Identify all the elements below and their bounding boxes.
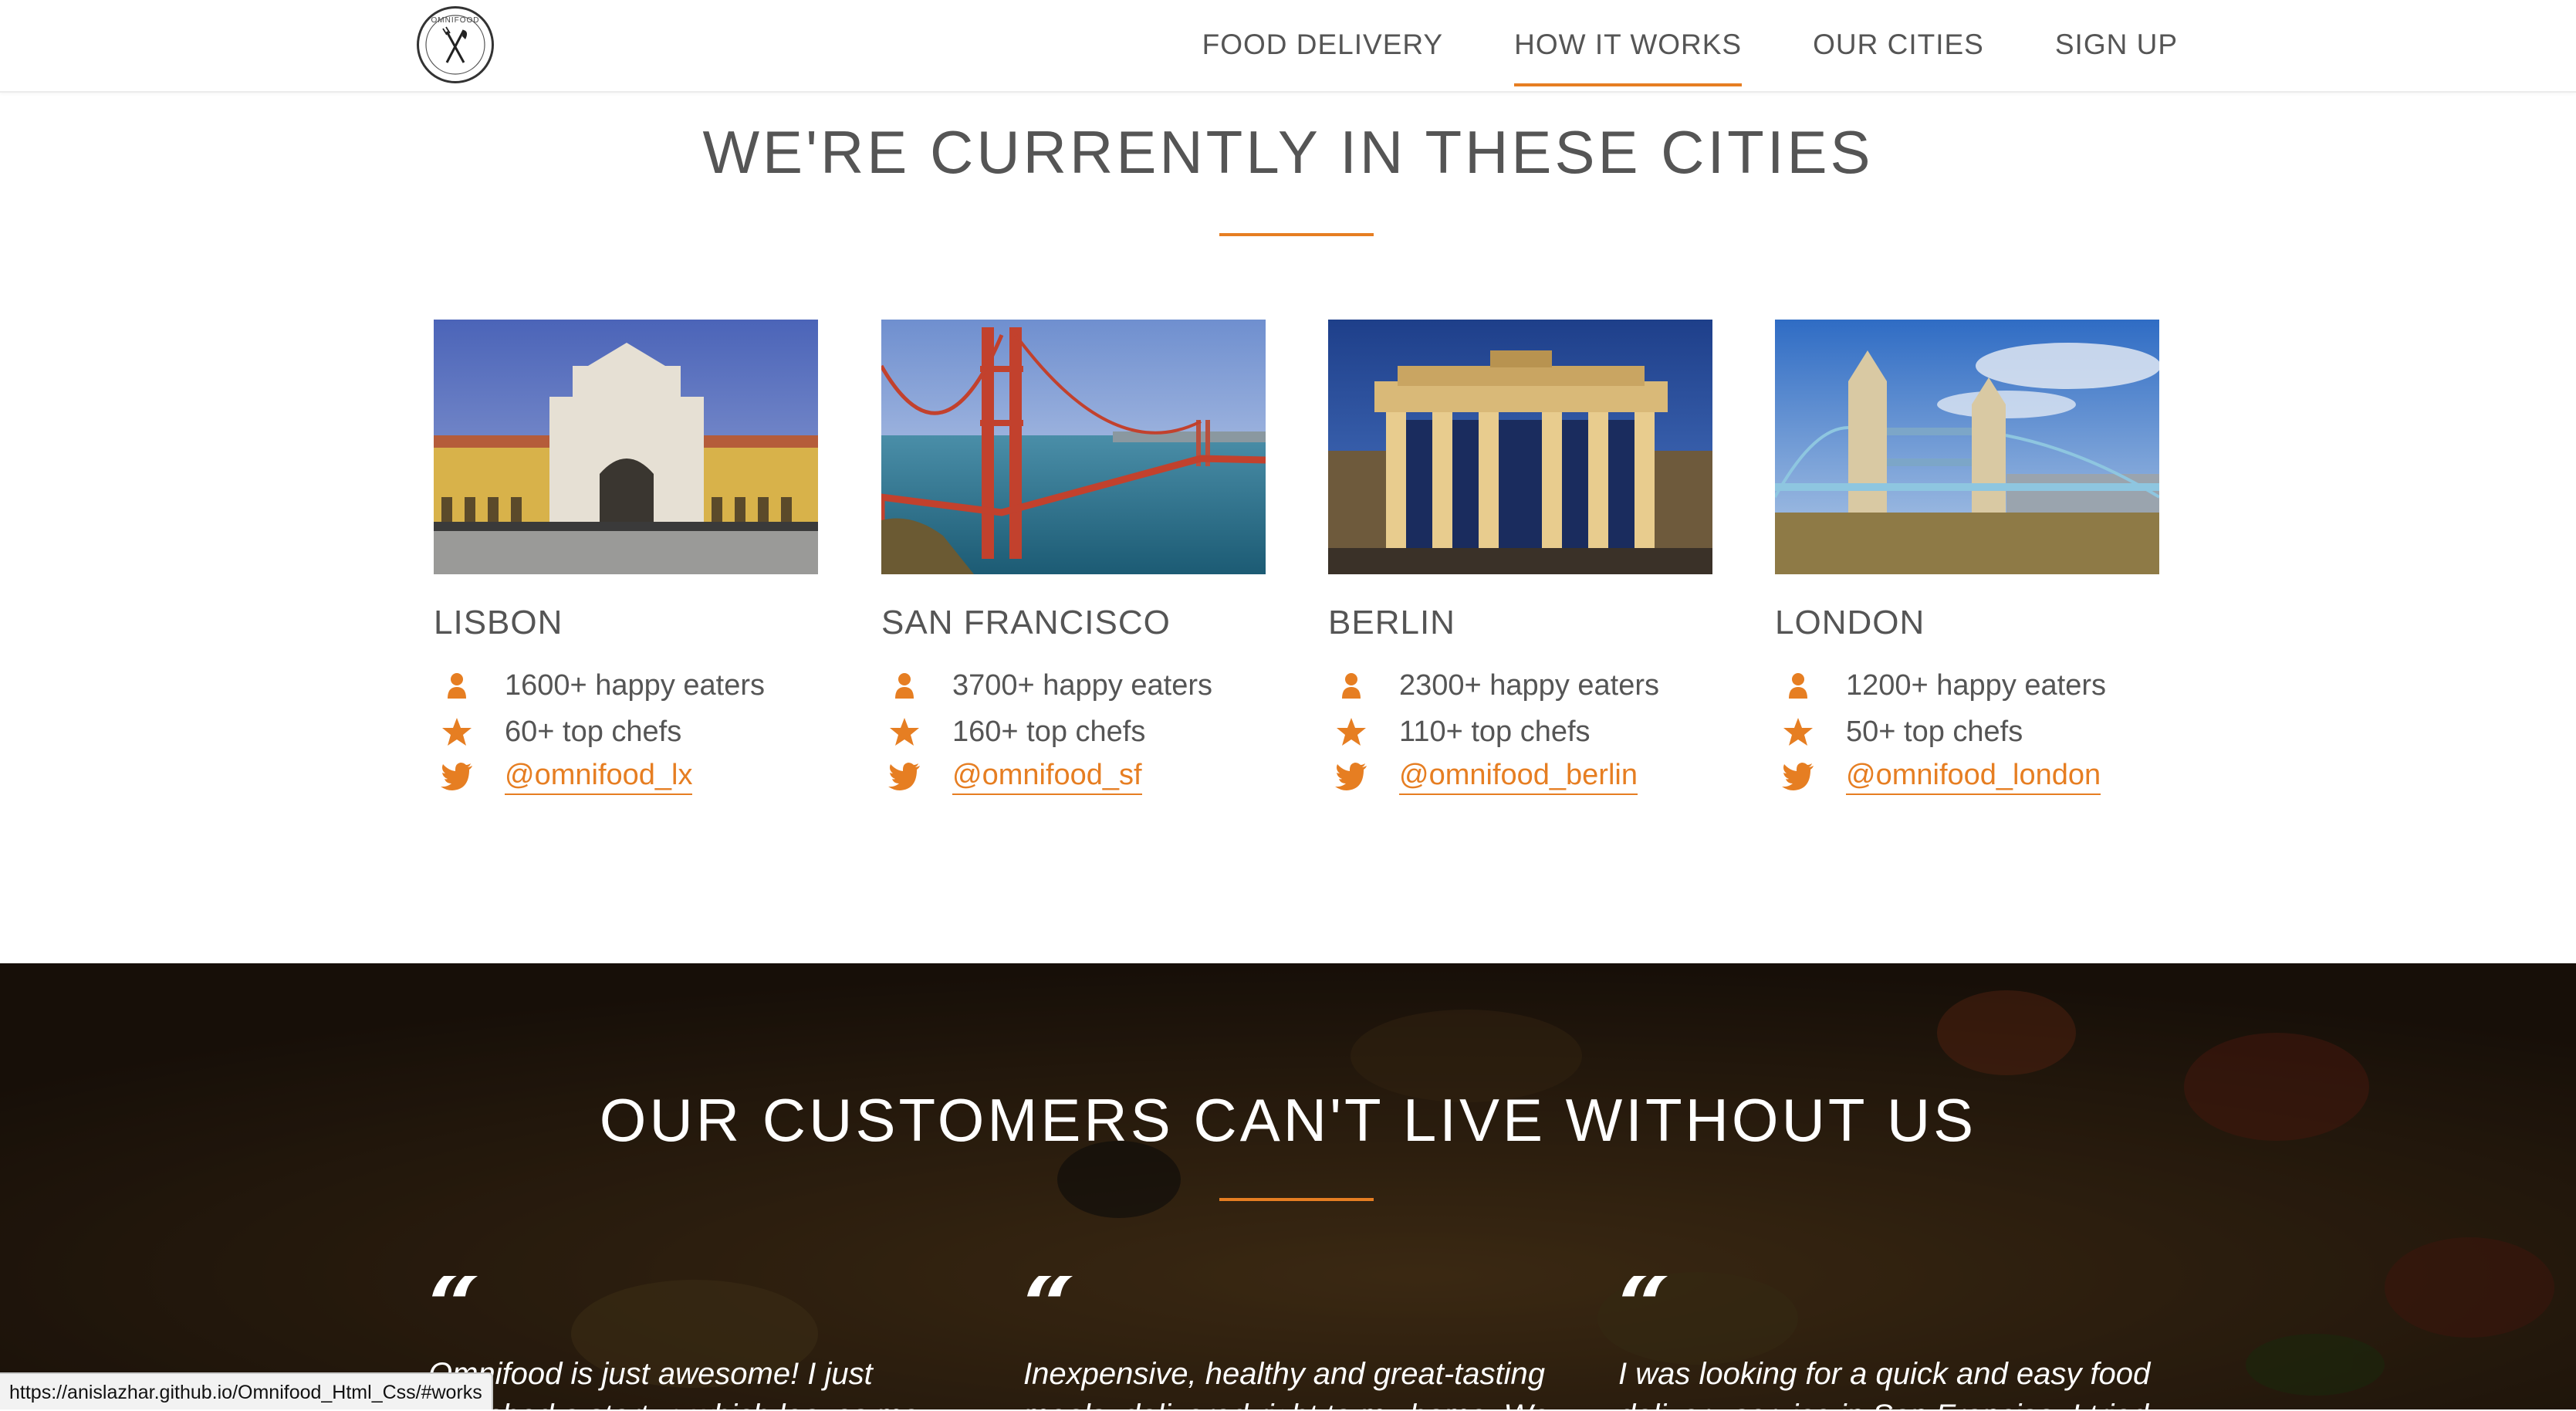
city-twitter: @omnifood_berlin: [1328, 755, 1638, 798]
twitter-icon: [1775, 757, 1821, 796]
city-name: LISBON: [434, 604, 563, 641]
city-twitter: @omnifood_lx: [434, 755, 693, 798]
star-icon: [1328, 712, 1374, 751]
city-chefs: 50+ top chefs: [1775, 710, 2023, 753]
san-francisco-photo: [881, 320, 1266, 574]
testimonials-title-divider: [1219, 1198, 1374, 1201]
logo-text: OMNIFOOD: [431, 16, 480, 25]
person-icon: [1328, 666, 1374, 705]
eaters-text: 3700+ happy eaters: [952, 668, 1212, 702]
testimonials-title: OUR CUSTOMERS CAN'T LIVE WITHOUT US: [599, 1086, 1977, 1154]
testimonial-1: “ Omnifood is just awesome! I just launc…: [428, 1276, 984, 1409]
testimonials-section: OUR CUSTOMERS CAN'T LIVE WITHOUT US “ Om…: [0, 963, 2576, 1409]
link-preview-status-bar: https://anislazhar.github.io/Omnifood_Ht…: [0, 1372, 493, 1409]
twitter-icon: [434, 757, 480, 796]
city-card-lisbon: LISBON 1600+ happy eaters 60+ top chefs …: [434, 320, 818, 795]
city-eaters: 3700+ happy eaters: [881, 664, 1212, 707]
person-icon: [434, 666, 480, 705]
star-icon: [434, 712, 480, 751]
twitter-link[interactable]: @omnifood_berlin: [1399, 759, 1638, 795]
lisbon-photo: [434, 320, 818, 574]
nav-sign-up[interactable]: SIGN UP: [2055, 0, 2178, 90]
eaters-text: 1200+ happy eaters: [1846, 668, 2106, 702]
city-eaters: 2300+ happy eaters: [1328, 664, 1659, 707]
chefs-text: 60+ top chefs: [505, 715, 682, 748]
quote-mark-icon: “: [428, 1276, 984, 1330]
testimonial-text: I was looking for a quick and easy food …: [1618, 1357, 2151, 1409]
cities-section-title: WE'RE CURRENTLY IN THESE CITIES: [702, 118, 1874, 186]
city-eaters: 1200+ happy eaters: [1775, 664, 2106, 707]
chefs-text: 50+ top chefs: [1846, 715, 2023, 748]
eaters-text: 1600+ happy eaters: [505, 668, 765, 702]
twitter-link[interactable]: @omnifood_lx: [505, 759, 693, 795]
chefs-text: 160+ top chefs: [952, 715, 1146, 748]
nav-our-cities[interactable]: OUR CITIES: [1813, 0, 1984, 90]
nav-how-it-works[interactable]: HOW IT WORKS: [1514, 0, 1743, 90]
city-card-london: LONDON 1200+ happy eaters 50+ top chefs …: [1775, 320, 2159, 795]
chefs-text: 110+ top chefs: [1399, 715, 1591, 748]
star-icon: [881, 712, 928, 751]
testimonial-text: Omnifood is just awesome! I just launche…: [428, 1357, 919, 1409]
testimonial-3: “ I was looking for a quick and easy foo…: [1618, 1276, 2174, 1409]
city-twitter: @omnifood_london: [1775, 755, 2101, 798]
city-card-berlin: BERLIN 2300+ happy eaters 110+ top chefs…: [1328, 320, 1712, 795]
city-chefs: 60+ top chefs: [434, 710, 681, 753]
berlin-photo: [1328, 320, 1712, 574]
site-header: OMNIFOOD FOOD DELIVERY HOW IT WORKS OUR …: [0, 0, 2576, 93]
testimonial-text: Inexpensive, healthy and great-tasting m…: [1023, 1357, 1550, 1409]
twitter-icon: [1328, 757, 1374, 796]
eaters-text: 2300+ happy eaters: [1399, 668, 1659, 702]
city-name: SAN FRANCISCO: [881, 604, 1171, 641]
quote-mark-icon: “: [1618, 1276, 2174, 1330]
city-name: LONDON: [1775, 604, 1925, 641]
omnifood-logo[interactable]: OMNIFOOD: [417, 6, 494, 83]
nav-food-delivery[interactable]: FOOD DELIVERY: [1202, 0, 1444, 90]
quote-mark-icon: “: [1023, 1276, 1579, 1330]
cities-title-divider: [1219, 233, 1374, 236]
twitter-link[interactable]: @omnifood_london: [1846, 759, 2101, 795]
twitter-link[interactable]: @omnifood_sf: [952, 759, 1142, 795]
city-name: BERLIN: [1328, 604, 1455, 641]
person-icon: [881, 666, 928, 705]
london-photo: [1775, 320, 2159, 574]
twitter-icon: [881, 757, 928, 796]
city-twitter: @omnifood_sf: [881, 755, 1142, 798]
city-chefs: 160+ top chefs: [881, 710, 1145, 753]
city-eaters: 1600+ happy eaters: [434, 664, 765, 707]
testimonial-2: “ Inexpensive, healthy and great-tasting…: [1023, 1276, 1579, 1409]
city-chefs: 110+ top chefs: [1328, 710, 1591, 753]
main-nav: FOOD DELIVERY HOW IT WORKS OUR CITIES SI…: [1202, 0, 2178, 90]
person-icon: [1775, 666, 1821, 705]
city-card-san-francisco: SAN FRANCISCO 3700+ happy eaters 160+ to…: [881, 320, 1266, 795]
star-icon: [1775, 712, 1821, 751]
